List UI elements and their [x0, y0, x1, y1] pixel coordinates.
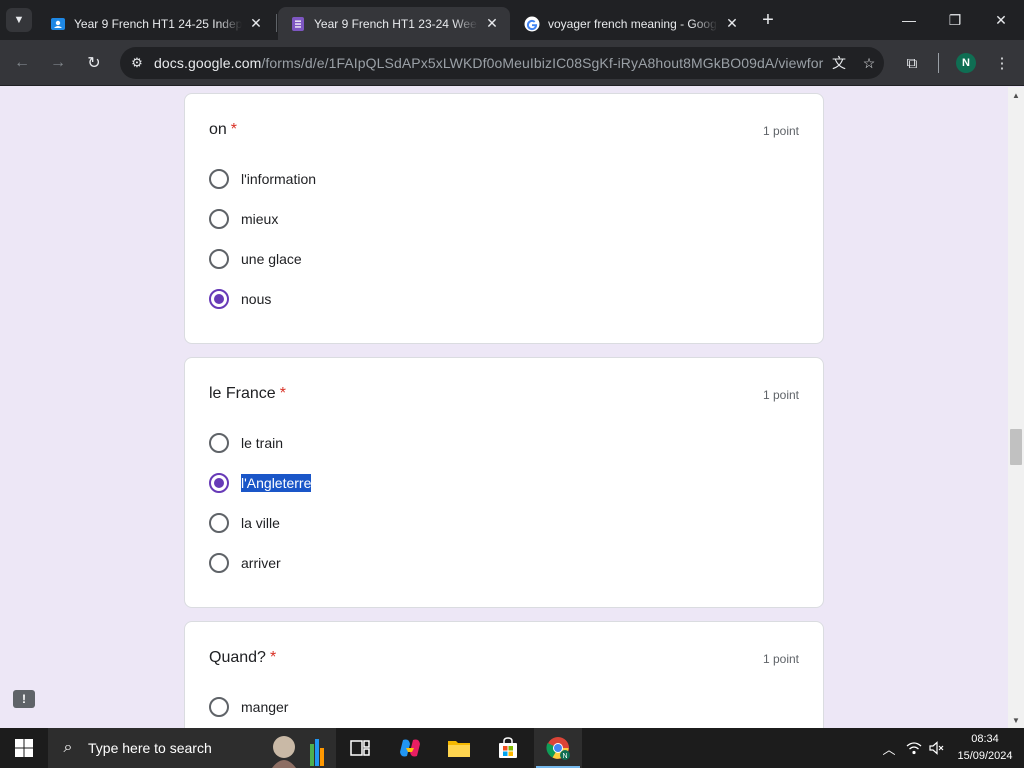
radio-option[interactable]: arriver	[209, 551, 281, 575]
browser-toolbar: ← → ↻ ⚙ docs.google.com/forms/d/e/1FAIpQ…	[0, 40, 1024, 86]
radio-option[interactable]: nous	[209, 287, 271, 311]
toolbar-divider	[938, 53, 939, 73]
profile-avatar[interactable]: N	[956, 53, 976, 73]
radio-option[interactable]: une glace	[209, 247, 302, 271]
copilot-button[interactable]	[386, 728, 434, 768]
radio-option[interactable]: l'information	[209, 167, 316, 191]
form-page: on * 1 point l'information mieux une glac…	[0, 87, 1008, 728]
question-points: 1 point	[762, 124, 799, 138]
google-forms-icon	[292, 16, 304, 31]
show-hidden-icons-chevron-icon[interactable]: ︿	[878, 728, 900, 768]
system-clock[interactable]: 08:34 15/09/2024	[950, 731, 1020, 765]
back-button[interactable]: ←	[10, 51, 34, 75]
new-tab-button[interactable]: +	[758, 9, 778, 31]
windows-logo-icon	[15, 739, 33, 757]
radio-button[interactable]	[209, 209, 229, 229]
radio-option[interactable]: l'Angleterre	[209, 471, 312, 495]
close-window-button[interactable]: ✕	[978, 0, 1024, 40]
store-bag-icon	[499, 737, 517, 758]
radio-button[interactable]	[209, 433, 229, 453]
copilot-icon	[400, 739, 420, 757]
close-tab-icon[interactable]: ✕	[484, 15, 500, 32]
question-title: on *	[209, 121, 238, 138]
radio-button[interactable]	[209, 513, 229, 533]
microsoft-store-button[interactable]	[484, 728, 532, 768]
selected-text: l'Angleterre	[241, 474, 312, 492]
question-points: 1 point	[762, 652, 799, 666]
tab-search-button[interactable]: ▼	[6, 8, 32, 32]
task-view-icon	[350, 740, 370, 756]
scroll-up-arrow-icon[interactable]: ▲	[1008, 87, 1024, 103]
radio-button[interactable]	[209, 553, 229, 573]
radio-button[interactable]	[209, 169, 229, 189]
chevron-down-icon: ▼	[13, 14, 25, 26]
required-asterisk: *	[230, 121, 238, 138]
arrow-right-icon: →	[50, 54, 66, 71]
tab-google-form[interactable]: Year 9 French HT1 23-24 Week 1 ✕	[278, 7, 510, 40]
search-highlight-illustration-icon	[272, 736, 324, 768]
svg-text:N: N	[562, 753, 567, 760]
folder-icon	[448, 741, 470, 757]
restore-button[interactable]: ❐	[932, 0, 978, 40]
page-scrollbar[interactable]: ▲ ▼	[1008, 87, 1024, 728]
scrollbar-thumb[interactable]	[1010, 429, 1022, 465]
close-tab-icon[interactable]: ✕	[724, 15, 740, 32]
start-button[interactable]	[0, 728, 48, 768]
address-bar[interactable]: ⚙ docs.google.com/forms/d/e/1FAIpQLSdAPx…	[120, 47, 884, 79]
question-title: Quand? *	[209, 649, 277, 666]
google-icon	[524, 16, 540, 31]
minimize-icon: —	[902, 12, 916, 28]
arrow-left-icon: ←	[14, 54, 30, 71]
site-info-icon[interactable]: ⚙	[120, 55, 154, 71]
radio-option[interactable]: mieux	[209, 207, 278, 231]
question-card: le France * 1 point le train l'Angleterre…	[184, 357, 824, 608]
radio-button[interactable]	[209, 697, 229, 717]
close-icon: ✕	[995, 11, 1007, 28]
close-tab-icon[interactable]: ✕	[248, 15, 264, 32]
file-explorer-button[interactable]	[435, 728, 483, 768]
question-title: le France *	[209, 385, 286, 402]
translate-icon[interactable]: 文	[824, 53, 854, 73]
tab-divider	[276, 14, 277, 32]
speaker-muted-icon[interactable]	[926, 728, 948, 768]
question-card: on * 1 point l'information mieux une glac…	[184, 93, 824, 344]
taskbar-search-box[interactable]: ⌕ Type here to search	[48, 728, 336, 768]
question-points: 1 point	[762, 388, 799, 402]
radio-option[interactable]: la ville	[209, 511, 280, 535]
radio-option[interactable]: le train	[209, 431, 283, 455]
feedback-icon[interactable]: !	[13, 690, 35, 708]
reload-icon: ↻	[87, 55, 101, 72]
windows-taskbar: ⌕ Type here to search N ︿ 08:34 15/09/20…	[0, 728, 1024, 768]
required-asterisk: *	[279, 385, 286, 402]
radio-button-checked[interactable]	[209, 289, 229, 309]
restore-icon: ❐	[948, 11, 962, 28]
network-icon[interactable]	[902, 728, 926, 768]
forward-button[interactable]: →	[46, 51, 70, 75]
radio-button-checked[interactable]	[209, 473, 229, 493]
minimize-button[interactable]: —	[886, 0, 932, 40]
radio-option[interactable]: manger	[209, 695, 288, 719]
reload-button[interactable]: ↻	[82, 51, 106, 75]
menu-kebab-icon[interactable]: ⋮	[990, 51, 1014, 75]
radio-button[interactable]	[209, 249, 229, 269]
browser-tab-strip: ▼ Year 9 French HT1 24-25 Independent Le…	[0, 0, 1024, 40]
bookmark-star-icon[interactable]: ☆	[854, 55, 884, 72]
plus-icon: +	[762, 9, 774, 31]
task-view-button[interactable]	[336, 728, 384, 768]
tab-google-search[interactable]: voyager french meaning - Google Search ✕	[512, 7, 750, 40]
required-asterisk: *	[269, 649, 277, 666]
search-icon: ⌕	[63, 739, 73, 756]
tab-classroom[interactable]: Year 9 French HT1 24-25 Independent Lear…	[38, 7, 274, 40]
extensions-icon[interactable]: ⧉	[900, 51, 924, 75]
chrome-icon: N	[546, 737, 570, 760]
chrome-taskbar-button[interactable]: N	[534, 728, 582, 768]
question-card: Quand? * 1 point manger	[184, 621, 824, 728]
scroll-down-arrow-icon[interactable]: ▼	[1008, 712, 1024, 728]
url-text[interactable]: docs.google.com/forms/d/e/1FAIpQLSdAPx5x…	[154, 55, 824, 71]
google-classroom-icon	[51, 17, 65, 30]
